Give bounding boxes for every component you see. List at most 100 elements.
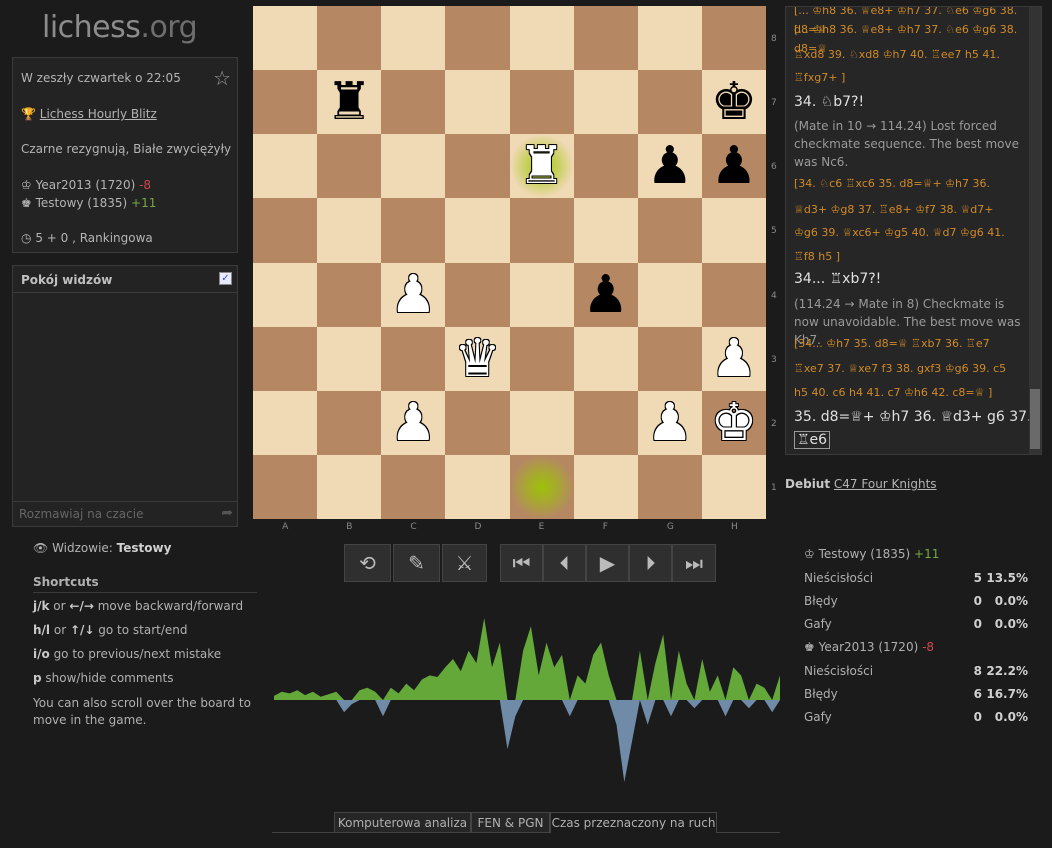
stat-percent[interactable]: 0.0% (985, 710, 1028, 724)
square-d7[interactable] (445, 70, 510, 135)
evaluation-chart[interactable] (274, 600, 780, 805)
stat-percent[interactable]: 0.0% (985, 594, 1028, 608)
last-move-button[interactable]: ⏭ (672, 544, 716, 582)
variation[interactable]: ♕d3+ ♔g8 37. ♖e8+ ♔f7 38. ♕d7+ (794, 200, 1022, 219)
square-g4[interactable] (637, 262, 702, 327)
stat-percent[interactable]: 22.2% (985, 664, 1028, 678)
tab-computer-analysis[interactable]: Komputerowa analiza (334, 812, 471, 833)
black-piece-h7[interactable]: ♚ (702, 70, 766, 134)
variation[interactable]: ♖xd8 39. ♘xd8 ♔h7 40. ♖ee7 h5 41. (794, 45, 1022, 64)
variation[interactable]: ♖f8 h5 ] (794, 247, 1022, 266)
stat-percent[interactable]: 0.0% (985, 617, 1028, 631)
square-d6[interactable] (445, 134, 510, 199)
stat-count[interactable]: 8 (960, 664, 982, 678)
white-piece-h3[interactable]: ♟ (702, 327, 766, 391)
square-a4[interactable] (253, 262, 318, 327)
square-b8[interactable] (317, 6, 382, 71)
square-f1[interactable] (573, 454, 638, 519)
send-icon[interactable]: ➦ (221, 505, 233, 521)
first-move-button[interactable]: ⏮ (500, 544, 543, 582)
stat-percent[interactable]: 13.5% (985, 571, 1028, 585)
current-move[interactable]: ♖e6 (794, 431, 831, 449)
square-b4[interactable] (317, 262, 382, 327)
square-f3[interactable] (573, 326, 638, 391)
square-a3[interactable] (253, 326, 318, 391)
chat-input[interactable]: Rozmawiaj na czacie ➦ (13, 501, 237, 526)
square-h8[interactable] (701, 6, 766, 71)
black-piece-b7[interactable]: ♜ (317, 70, 381, 134)
prev-move-button[interactable]: ⏴ (543, 544, 586, 582)
square-b3[interactable] (317, 326, 382, 391)
square-c3[interactable] (381, 326, 446, 391)
bookmark-star-icon[interactable]: ☆ (213, 66, 231, 90)
black-player[interactable]: ♔ Year2013 (1720) -8 (21, 178, 151, 192)
variation[interactable]: [34... ♔h7 35. d8=♕ ♖xb7 36. ♖e7 (794, 334, 1022, 353)
square-g5[interactable] (637, 198, 702, 263)
black-piece-g6[interactable]: ♟ (638, 134, 702, 198)
chess-board[interactable]: ♜ ♚ ♜ ♟ ♟ ♟ ♟ ♛ ♟ ♟ ♟ ♚ (253, 6, 766, 519)
square-h1[interactable] (701, 454, 766, 519)
square-f8[interactable] (573, 6, 638, 71)
square-e7[interactable] (509, 70, 574, 135)
square-c6[interactable] (381, 134, 446, 199)
move-34b[interactable]: 34... ♖xb7?! (794, 271, 881, 287)
square-f7[interactable] (573, 70, 638, 135)
stat-count[interactable]: 0 (960, 710, 982, 724)
square-e3[interactable] (509, 326, 574, 391)
stats-black-player[interactable]: ♚ Year2013 (1720) -8 (804, 640, 934, 654)
square-a7[interactable] (253, 70, 318, 135)
square-g1[interactable] (637, 454, 702, 519)
black-piece-f4[interactable]: ♟ (574, 263, 638, 327)
variation[interactable]: ♖xe7 37. ♕xe7 f3 38. gxf3 ♔g6 39. c5 (794, 359, 1022, 378)
square-f2[interactable] (573, 390, 638, 455)
black-piece-h6[interactable]: ♟ (702, 134, 766, 198)
square-b5[interactable] (317, 198, 382, 263)
square-g8[interactable] (637, 6, 702, 71)
square-a6[interactable] (253, 134, 318, 199)
square-b2[interactable] (317, 390, 382, 455)
white-piece-g2[interactable]: ♟ (638, 391, 702, 455)
square-e5[interactable] (509, 198, 574, 263)
square-e4[interactable] (509, 262, 574, 327)
variation[interactable]: h5 40. c6 h4 41. c7 ♔h6 42. c8=♕ ] (794, 383, 1022, 402)
square-b6[interactable] (317, 134, 382, 199)
next-move-button[interactable]: ⏵ (629, 544, 672, 582)
square-e8[interactable] (509, 6, 574, 71)
white-piece-e6[interactable]: ♜ (510, 134, 574, 198)
chat-toggle-checkbox[interactable]: ✓ (219, 272, 232, 285)
continue-from-here-button[interactable]: ⚔ (442, 544, 487, 582)
move-list[interactable]: [... ♔h8 36. ♕e8+ ♔h7 37. ♘e6 ♔g6 38. d8… (785, 6, 1042, 455)
square-d5[interactable] (445, 198, 510, 263)
tournament-link[interactable]: 🏆 Lichess Hourly Blitz (21, 107, 157, 121)
square-a1[interactable] (253, 454, 318, 519)
white-piece-c2[interactable]: ♟ (381, 391, 445, 455)
variation[interactable]: [34. ♘c6 ♖xc6 35. d8=♕+ ♔h7 36. (794, 174, 1022, 193)
scrollbar-thumb[interactable] (1030, 389, 1040, 449)
square-d2[interactable] (445, 390, 510, 455)
square-c1[interactable] (381, 454, 446, 519)
square-e2[interactable] (509, 390, 574, 455)
move-34[interactable]: 34. ♘b7?! (794, 94, 864, 110)
white-piece-c4[interactable]: ♟ (381, 263, 445, 327)
square-d4[interactable] (445, 262, 510, 327)
white-piece-h2[interactable]: ♚ (702, 391, 766, 455)
autoplay-button[interactable]: ▶ (586, 544, 629, 582)
opening-link[interactable]: C47 Four Knights (834, 477, 937, 491)
stat-count[interactable]: 0 (960, 594, 982, 608)
move-list-scrollbar[interactable] (1029, 7, 1041, 454)
stat-percent[interactable]: 16.7% (985, 687, 1028, 701)
square-c5[interactable] (381, 198, 446, 263)
square-g3[interactable] (637, 326, 702, 391)
stats-white-player[interactable]: ♔ Testowy (1835) +11 (804, 547, 939, 561)
square-d1[interactable] (445, 454, 510, 519)
square-d8[interactable] (445, 6, 510, 71)
board-editor-button[interactable]: ✎ (393, 544, 440, 582)
white-piece-d3[interactable]: ♛ (445, 327, 509, 391)
variation[interactable]: ♔g6 39. ♕xc6+ ♔g5 40. ♕d7 ♔g6 41. (794, 223, 1022, 242)
flip-board-button[interactable]: ⟲ (344, 544, 391, 582)
square-a5[interactable] (253, 198, 318, 263)
square-a2[interactable] (253, 390, 318, 455)
square-h5[interactable] (701, 198, 766, 263)
square-c8[interactable] (381, 6, 446, 71)
move-35[interactable]: 35. d8=♕+ ♔h7 36. ♕d3+ g6 37. (794, 409, 1032, 425)
